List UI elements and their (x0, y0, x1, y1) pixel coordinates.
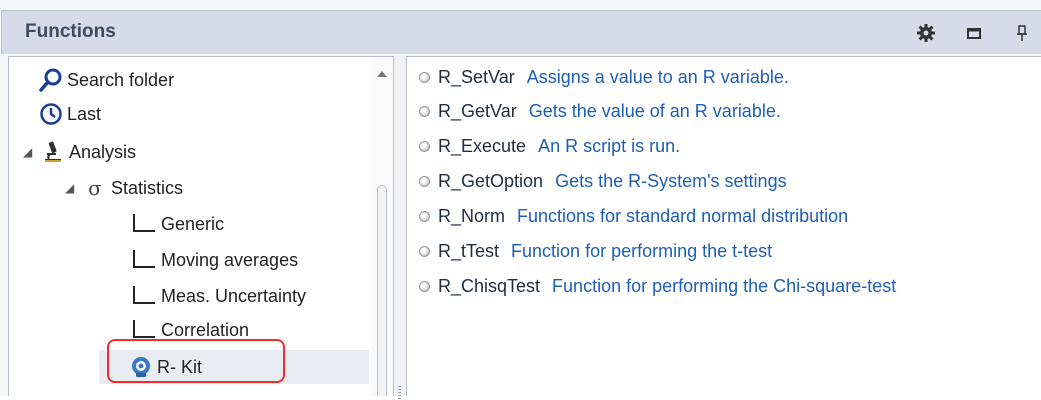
clock-icon (40, 103, 62, 125)
microscope-icon (45, 141, 61, 162)
function-name: R_tTest (438, 240, 500, 261)
collapse-arrow-icon[interactable]: ◢ (65, 181, 83, 195)
function-name: R_Norm (438, 205, 506, 226)
function-item[interactable]: R_GetOption Gets the R-System's settings (419, 166, 787, 196)
panel-title: Functions (25, 21, 116, 42)
panel-title-bar: Functions (1, 10, 1041, 54)
gear-icon[interactable] (916, 23, 936, 43)
function-tree: Search folder Last ◢ Analysis ◢ σ Statis… (8, 56, 394, 396)
pin-icon[interactable] (1012, 23, 1032, 43)
tree-item-moving-averages[interactable]: Moving averages (129, 243, 298, 277)
function-description: Gets the value of an R variable. (528, 100, 781, 121)
r-kit-highlight-box (107, 339, 285, 383)
collapse-arrow-icon[interactable]: ◢ (23, 145, 41, 159)
pane-splitter[interactable] (394, 56, 406, 400)
function-description: Assigns a value to an R variable. (526, 66, 789, 87)
function-name: R_SetVar (438, 66, 515, 87)
bullet-icon (419, 280, 430, 292)
bullet-icon (419, 71, 430, 83)
function-item[interactable]: R_tTest Function for performing the t-te… (419, 236, 772, 266)
function-item[interactable]: R_SetVar Assigns a value to an R variabl… (419, 62, 789, 92)
tree-item-search-folder[interactable]: Search folder (39, 63, 174, 97)
function-description: Gets the R-System's settings (555, 170, 787, 191)
bullet-icon (419, 245, 430, 257)
function-item[interactable]: R_Execute An R script is run. (419, 131, 680, 161)
function-name: R_GetVar (438, 100, 517, 121)
tree-item-analysis[interactable]: ◢ Analysis (23, 135, 136, 169)
function-item[interactable]: R_GetVar Gets the value of an R variable… (419, 96, 781, 126)
bullet-icon (419, 210, 430, 222)
function-name: R_ChisqTest (438, 275, 541, 296)
tree-item-statistics[interactable]: ◢ σ Statistics (65, 171, 183, 205)
function-description: An R script is run. (538, 135, 681, 156)
functions-panel: Functions Search folder Last ◢ Analysis … (0, 0, 1041, 400)
function-description: Functions for standard normal distributi… (517, 205, 849, 226)
tree-connector-icon (129, 250, 157, 270)
scroll-up-arrow-icon[interactable] (377, 71, 387, 77)
tree-item-last[interactable]: Last (39, 97, 101, 131)
function-name: R_Execute (438, 135, 527, 156)
tree-connector-icon (129, 320, 157, 340)
function-name: R_GetOption (438, 170, 544, 191)
sigma-icon: σ (88, 176, 102, 200)
tree-scrollbar[interactable] (371, 57, 393, 396)
maximize-icon[interactable] (964, 23, 984, 43)
bullet-icon (419, 105, 430, 117)
function-list: R_SetVar Assigns a value to an R variabl… (406, 56, 1041, 396)
scrollbar-thumb[interactable] (377, 185, 387, 396)
tree-connector-icon (129, 286, 157, 306)
tree-connector-icon (129, 214, 157, 234)
tree-item-meas-uncertainty[interactable]: Meas. Uncertainty (129, 279, 306, 313)
function-description: Function for performing the t-test (511, 240, 773, 261)
function-item[interactable]: R_ChisqTest Function for performing the … (419, 271, 896, 301)
splitter-grip-icon[interactable] (398, 386, 401, 400)
search-icon (39, 68, 62, 92)
function-item[interactable]: R_Norm Functions for standard normal dis… (419, 201, 848, 231)
bullet-icon (419, 140, 430, 152)
bullet-icon (419, 175, 430, 187)
function-description: Function for performing the Chi-square-t… (552, 275, 897, 296)
tree-item-generic[interactable]: Generic (129, 207, 224, 241)
